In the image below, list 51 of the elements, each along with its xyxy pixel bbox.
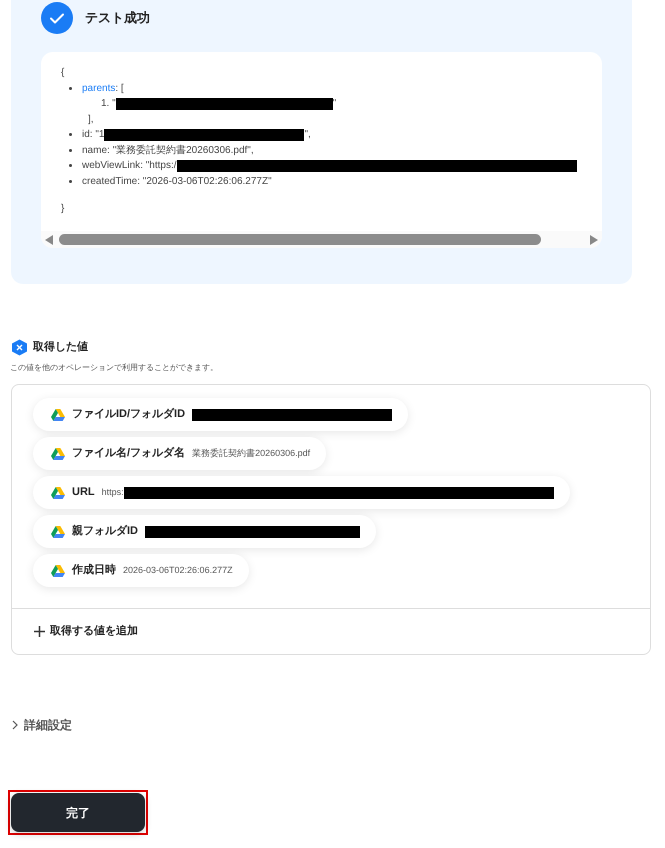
add-value-button[interactable]: 取得する値を追加 [34, 623, 138, 640]
output-label: 親フォルダID [72, 524, 138, 540]
code-line: ], [87, 112, 94, 126]
left-arrow-icon[interactable] [45, 234, 53, 244]
output-label: URL [72, 485, 95, 500]
drive-icon [51, 564, 65, 576]
drive-icon [51, 486, 65, 498]
drive-icon [51, 408, 65, 420]
bullet-icon [69, 164, 72, 168]
code-key: createdTime [82, 174, 138, 189]
section-description: この値を他のオペレーションで利用することができます。 [10, 362, 219, 374]
code-key: webViewLink [82, 158, 140, 174]
section-title: 取得した値 [33, 340, 88, 356]
code-punctuation: " [332, 97, 336, 111]
output-value-chip[interactable]: 親フォルダID [33, 515, 376, 548]
code-value: 1. " [101, 97, 116, 111]
code-key: parents [82, 80, 116, 96]
code-key: name [82, 142, 108, 158]
variable-icon [11, 339, 28, 356]
output-value: 2026-03-06T02:26:06.277Z [123, 564, 233, 577]
output-value: 業務委託契約書20260306.pdf [192, 446, 310, 460]
bullet-icon [69, 180, 72, 183]
done-button[interactable]: 完了 [11, 793, 145, 832]
output-value-chip[interactable]: ファイルID/フォルダID [33, 398, 408, 431]
bullet-icon [69, 86, 72, 90]
code-key: id [82, 127, 90, 142]
drive-icon [51, 526, 65, 538]
output-value-chip[interactable]: URL https: [33, 476, 570, 509]
output-value-chip[interactable]: 作成日時 2026-03-06T02:26:06.277Z [33, 554, 249, 587]
output-label: ファイルID/フォルダID [72, 406, 186, 422]
output-label: ファイル名/フォルダ名 [72, 446, 186, 462]
output-label: 作成日時 [72, 562, 116, 578]
code-line: } [61, 202, 64, 216]
advanced-settings-toggle[interactable]: 詳細設定 [11, 716, 72, 734]
code-line: { [61, 66, 66, 80]
right-arrow-icon[interactable] [590, 234, 598, 244]
bullet-icon [69, 148, 72, 152]
bullet-icon [69, 133, 72, 136]
plus-icon [34, 626, 45, 637]
output-value-chip[interactable]: ファイル名/フォルダ名 業務委託契約書20260306.pdf [33, 437, 326, 470]
output-value: https: [102, 486, 124, 499]
code-value: : "業務委託契約書20260306.pdf", [107, 144, 254, 158]
result-title: テスト成功 [85, 9, 150, 28]
code-value: : "2026-03-06T02:26:06.277Z" [137, 174, 272, 188]
code-value: : "https:/ [140, 159, 177, 173]
code-value: : "1 [90, 128, 104, 142]
drive-icon [51, 448, 65, 460]
code-value: : [ [115, 82, 124, 96]
code-punctuation: ", [304, 128, 311, 142]
scrollbar-thumb[interactable] [59, 234, 541, 245]
horizontal-scrollbar[interactable] [41, 231, 602, 248]
